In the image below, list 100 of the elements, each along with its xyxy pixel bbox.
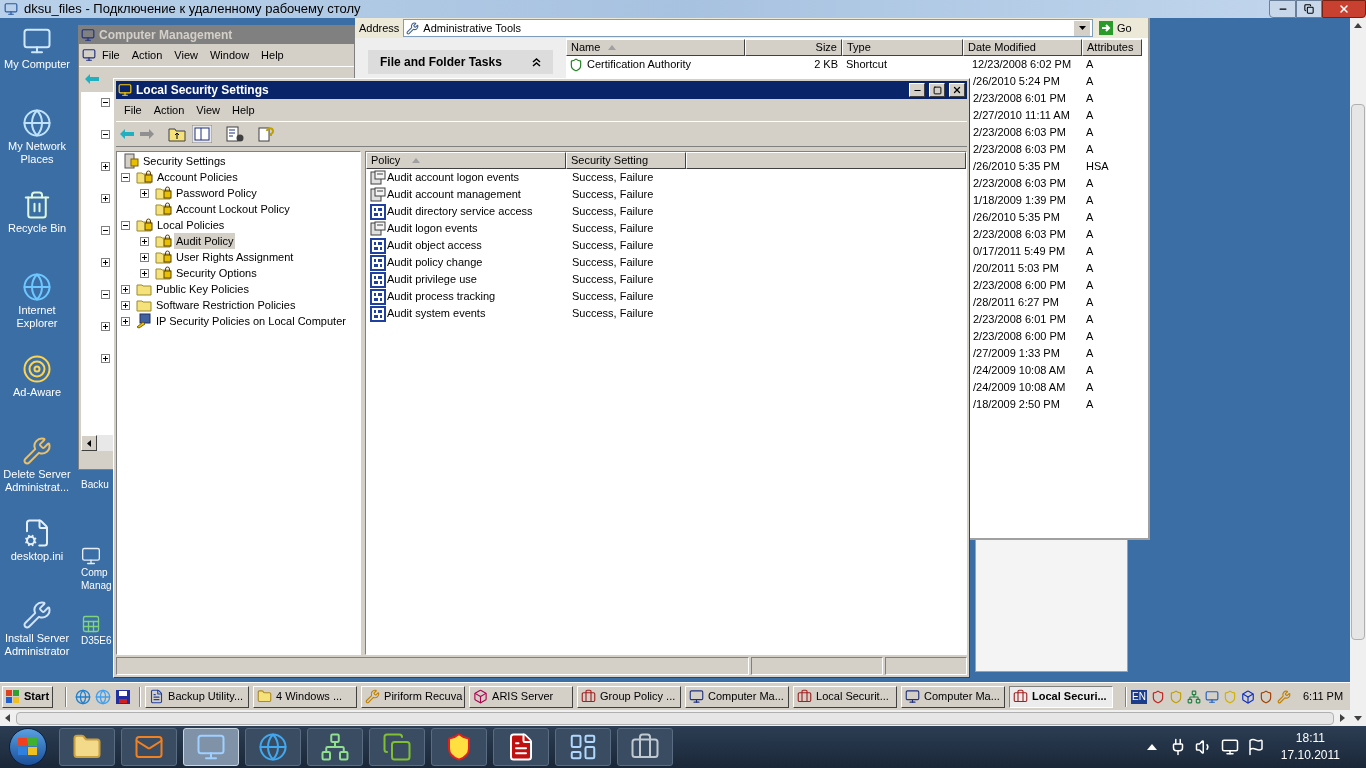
expand-icon[interactable] <box>101 258 110 267</box>
tree-item[interactable]: User Rights Assignment <box>174 249 296 265</box>
menu-item[interactable]: File <box>96 46 126 64</box>
desktop-icon-label[interactable]: D35E6 <box>81 634 112 647</box>
expand-icon[interactable] <box>121 284 130 294</box>
scrollbar-thumb[interactable] <box>16 711 1334 725</box>
menu-item[interactable]: View <box>168 46 204 64</box>
menu-item[interactable]: Window <box>203 46 256 64</box>
collapse-icon[interactable] <box>101 130 110 139</box>
network-icon[interactable] <box>1220 738 1239 756</box>
taskbar-button[interactable] <box>431 728 487 766</box>
menu-item[interactable]: Action <box>147 101 191 119</box>
expand-icon[interactable] <box>101 354 110 363</box>
shield-icon[interactable] <box>1150 689 1165 704</box>
tree-item[interactable]: Public Key Policies <box>154 281 251 297</box>
tree-item[interactable]: Password Policy <box>174 185 259 201</box>
menu-item[interactable]: Help <box>255 46 290 64</box>
taskbar-button[interactable] <box>493 728 549 766</box>
expand-icon[interactable] <box>140 188 149 198</box>
desktop-icon-label[interactable]: Internet Explorer <box>1 304 73 330</box>
scrollbar-thumb[interactable] <box>1351 104 1365 640</box>
monitor-icon[interactable] <box>1204 689 1219 704</box>
tree-item[interactable]: Security Options <box>174 265 259 281</box>
taskbar-button[interactable]: Local Securi... <box>1009 685 1114 708</box>
tree-item[interactable]: Account Lockout Policy <box>174 201 292 217</box>
taskbar-button[interactable] <box>555 728 611 766</box>
column-header[interactable] <box>686 152 966 169</box>
tree-item[interactable]: Account Policies <box>155 169 240 185</box>
taskbar-button[interactable]: ARIS Server <box>469 685 574 708</box>
clock-date[interactable]: 17.10.2011 <box>1280 747 1340 764</box>
tree-item[interactable]: Security Settings <box>141 153 228 169</box>
address-field[interactable]: Administrative Tools <box>403 19 1093 37</box>
expand-icon[interactable] <box>140 252 149 262</box>
taskbar-button[interactable]: Computer Ma... <box>901 685 1006 708</box>
taskbar-button[interactable]: Local Securit... <box>793 685 898 708</box>
policy-name[interactable]: Audit object access <box>387 237 482 254</box>
desktop-icon-label[interactable]: Ad-Aware <box>1 386 73 399</box>
start-button[interactable]: Start <box>2 685 54 708</box>
shield-icon[interactable] <box>1258 689 1273 704</box>
start-orb[interactable] <box>9 728 47 766</box>
taskbar-button[interactable] <box>59 728 115 766</box>
taskbar-button[interactable] <box>369 728 425 766</box>
show-tree-icon[interactable] <box>192 125 212 143</box>
export-list-icon[interactable] <box>226 126 244 142</box>
taskbar-button[interactable] <box>617 728 673 766</box>
globe-icon[interactable] <box>75 688 92 705</box>
policy-name[interactable]: Audit account logon events <box>387 169 520 186</box>
maximize-button[interactable] <box>929 83 945 97</box>
taskbar-button[interactable]: Backup Utility... <box>145 685 250 708</box>
tree-item[interactable]: Local Policies <box>155 217 227 233</box>
desktop-icon-label[interactable]: Backu <box>81 478 109 491</box>
taskbar-button[interactable]: Group Policy ... <box>577 685 682 708</box>
collapse-icon[interactable] <box>101 226 110 235</box>
expand-icon[interactable] <box>140 268 149 278</box>
column-header[interactable]: Date Modified <box>963 39 1082 56</box>
collapse-icon[interactable] <box>101 290 110 299</box>
expand-icon[interactable] <box>101 162 110 171</box>
policy-name[interactable]: Audit account management <box>387 186 521 203</box>
flag-icon[interactable] <box>1246 738 1265 756</box>
column-header[interactable]: Size <box>745 39 842 56</box>
taskbar-button[interactable]: 4 Windows ... <box>253 685 358 708</box>
policy-name[interactable]: Audit directory service access <box>387 203 533 220</box>
desktop-icon-label[interactable]: My Network Places <box>1 140 73 166</box>
policy-name[interactable]: Audit privilege use <box>387 271 477 288</box>
expand-icon[interactable] <box>101 194 110 203</box>
desktop-icon-label[interactable]: Install Server Administrator <box>1 632 73 658</box>
column-header[interactable]: Policy <box>366 152 566 169</box>
desktop-icon-label[interactable]: Manag <box>81 579 112 592</box>
help-icon[interactable] <box>258 126 276 142</box>
menu-item[interactable]: View <box>190 101 226 119</box>
column-header[interactable]: Type <box>842 39 963 56</box>
expand-icon[interactable] <box>101 322 110 331</box>
expand-icon[interactable] <box>140 236 149 246</box>
policy-name[interactable]: Audit system events <box>387 305 486 322</box>
menu-item[interactable]: File <box>118 101 148 119</box>
taskbar-button[interactable]: Computer Ma... <box>685 685 790 708</box>
language-indicator[interactable]: EN <box>1131 689 1147 704</box>
desktop-icon-label[interactable]: My Computer <box>1 58 73 71</box>
column-header[interactable]: Security Setting <box>566 152 686 169</box>
column-header[interactable]: Attributes <box>1082 39 1142 56</box>
clock-time[interactable]: 18:11 <box>1295 730 1325 747</box>
menu-item[interactable]: Action <box>125 46 169 64</box>
table-cell[interactable]: Certification Authority <box>587 56 691 73</box>
desktop-icon-label[interactable]: Comp <box>81 566 108 579</box>
folder-up-icon[interactable] <box>168 126 186 142</box>
collapse-icon[interactable] <box>121 220 130 230</box>
scroll-left-button[interactable] <box>81 435 97 451</box>
collapse-icon[interactable] <box>101 98 110 107</box>
taskbar-button[interactable]: Piriform Recuva <box>361 685 466 708</box>
tasks-header[interactable]: File and Folder Tasks <box>368 50 553 74</box>
box-icon[interactable] <box>1240 689 1255 704</box>
collapse-icon[interactable] <box>121 172 130 182</box>
show-hidden-icons[interactable] <box>1146 744 1157 750</box>
desktop-icon-label[interactable]: Delete Server Administrat... <box>1 468 73 494</box>
dropdown-button[interactable] <box>1074 20 1090 36</box>
column-header[interactable]: Name <box>566 39 745 56</box>
desktop-icon-label[interactable]: desktop.ini <box>1 550 73 563</box>
policy-name[interactable]: Audit policy change <box>387 254 483 271</box>
policy-name[interactable]: Audit process tracking <box>387 288 496 305</box>
menu-item[interactable]: Help <box>225 101 261 119</box>
